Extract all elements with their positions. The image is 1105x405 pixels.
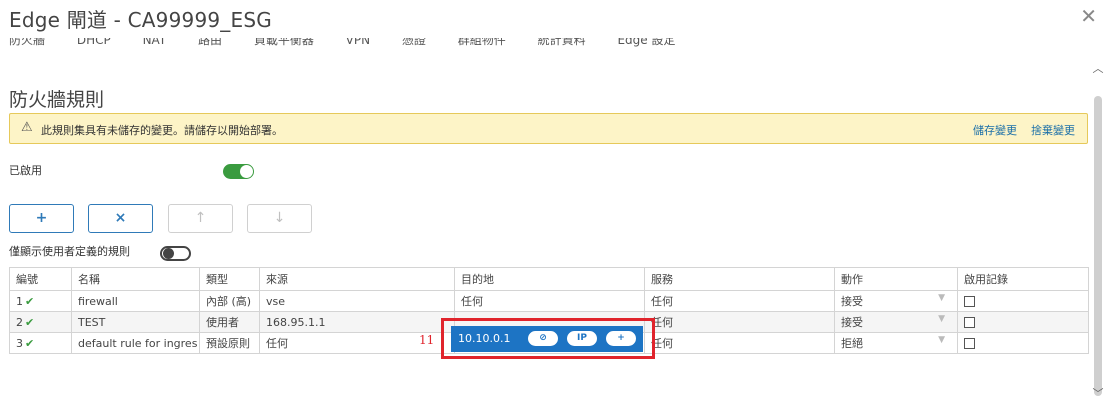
cell-enable-logging <box>957 332 1089 354</box>
tab-routing[interactable]: 路由 <box>198 38 222 48</box>
edge-gateway-dialog: Edge 閘道 - CA99999_ESG ✕ 防火牆 DHCP NAT 路由 … <box>0 0 1105 405</box>
col-header-service[interactable]: 服務 <box>644 267 835 291</box>
cell-name[interactable]: firewall <box>71 290 200 312</box>
annotation-step-number: 11 <box>419 333 435 347</box>
tab-certificates[interactable]: 憑證 <box>402 38 426 48</box>
tab-load-balancer[interactable]: 負載平衡器 <box>254 38 314 48</box>
cell-enable-logging <box>957 311 1089 333</box>
toggle-knob <box>240 165 253 178</box>
table-header-row: 編號 名稱 類型 來源 目的地 服務 動作 啟用記錄 <box>9 267 1089 291</box>
tab-nat[interactable]: NAT <box>143 38 167 47</box>
tab-grouping-objects[interactable]: 群組物件 <box>458 38 506 48</box>
enabled-check-icon: ✔ <box>25 336 35 350</box>
chevron-down-icon[interactable]: ▼ <box>938 314 945 324</box>
enabled-label: 已啟用 <box>9 164 42 177</box>
cell-source[interactable]: 168.95.1.1 <box>259 311 455 333</box>
vertical-scrollbar[interactable]: ︿ ﹀ <box>1091 58 1105 401</box>
col-header-enable-logging[interactable]: 啟用記錄 <box>957 267 1089 291</box>
user-rules-toggle[interactable] <box>160 246 191 261</box>
cell-number: 2 ✔ <box>9 311 72 333</box>
discard-changes-link[interactable]: 捨棄變更 <box>1031 122 1075 138</box>
chevron-down-icon[interactable]: ▼ <box>938 335 945 345</box>
unsaved-changes-alert: ⚠ 此規則集具有未儲存的變更。請儲存以開始部署。 儲存變更 捨棄變更 <box>9 113 1088 144</box>
cell-type: 預設原則 <box>199 332 260 354</box>
window-title: Edge 閘道 - CA99999_ESG <box>9 8 272 32</box>
enabled-toggle[interactable] <box>223 164 254 179</box>
col-header-number[interactable]: 編號 <box>9 267 72 291</box>
cell-service[interactable]: 任何 <box>644 290 835 312</box>
col-header-name[interactable]: 名稱 <box>71 267 200 291</box>
col-header-destination[interactable]: 目的地 <box>454 267 645 291</box>
logging-checkbox[interactable] <box>964 296 975 307</box>
logging-checkbox[interactable] <box>964 338 975 349</box>
tab-firewall[interactable]: 防火牆 <box>9 38 45 48</box>
warning-icon: ⚠ <box>21 120 33 135</box>
cell-name[interactable]: default rule for ingres <box>71 332 200 354</box>
tab-edge-settings[interactable]: Edge 設定 <box>617 38 675 48</box>
cell-action[interactable]: 接受 ▼ <box>834 311 958 333</box>
cell-action[interactable]: 拒絕 ▼ <box>834 332 958 354</box>
tab-bar: 防火牆 DHCP NAT 路由 負載平衡器 VPN 憑證 群組物件 統計資料 E… <box>9 38 1089 54</box>
cell-type: 使用者 <box>199 311 260 333</box>
chevron-down-icon[interactable]: ▼ <box>938 293 945 303</box>
col-header-action[interactable]: 動作 <box>834 267 958 291</box>
user-rules-filter-label: 僅顯示使用者定義的規則 <box>9 245 130 258</box>
scrollbar-thumb[interactable] <box>1094 96 1102 396</box>
scroll-down-icon[interactable]: ﹀ <box>1091 387 1105 401</box>
delete-rule-button[interactable]: × <box>88 204 153 233</box>
cell-number: 1 ✔ <box>9 290 72 312</box>
highlight-annotation-box <box>441 318 655 359</box>
section-title: 防火牆規則 <box>9 89 105 111</box>
enabled-check-icon: ✔ <box>25 315 35 329</box>
tab-dhcp[interactable]: DHCP <box>77 38 111 47</box>
cell-number: 3 ✔ <box>9 332 72 354</box>
cell-service[interactable]: 任何 <box>644 332 835 354</box>
add-rule-button[interactable]: + <box>9 204 74 233</box>
cell-enable-logging <box>957 290 1089 312</box>
tab-vpn[interactable]: VPN <box>346 38 370 47</box>
table-row[interactable]: 1 ✔ firewall 內部 (高) vse 任何 任何 接受 ▼ <box>9 290 1089 312</box>
move-up-button[interactable]: ↑ <box>168 204 233 233</box>
cell-destination[interactable]: 任何 <box>454 290 645 312</box>
alert-message: 此規則集具有未儲存的變更。請儲存以開始部署。 <box>41 124 283 137</box>
col-header-source[interactable]: 來源 <box>259 267 455 291</box>
close-icon[interactable]: ✕ <box>1080 6 1097 26</box>
cell-service[interactable]: 任何 <box>644 311 835 333</box>
logging-checkbox[interactable] <box>964 317 975 328</box>
cell-source[interactable]: vse <box>259 290 455 312</box>
cell-name[interactable]: TEST <box>71 311 200 333</box>
tab-statistics[interactable]: 統計資料 <box>538 38 586 48</box>
col-header-type[interactable]: 類型 <box>199 267 260 291</box>
scroll-up-icon[interactable]: ︿ <box>1091 62 1105 76</box>
toggle-knob <box>163 248 174 259</box>
cell-type: 內部 (高) <box>199 290 260 312</box>
save-changes-link[interactable]: 儲存變更 <box>973 122 1017 138</box>
enabled-check-icon: ✔ <box>25 294 35 308</box>
cell-action[interactable]: 接受 ▼ <box>834 290 958 312</box>
move-down-button[interactable]: ↓ <box>247 204 312 233</box>
